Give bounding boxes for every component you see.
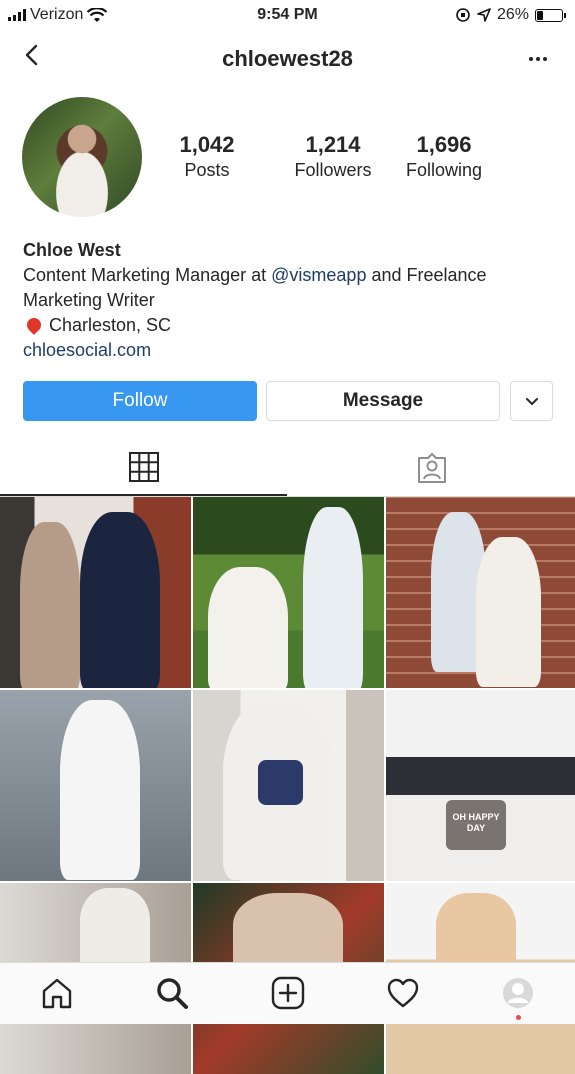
posts-label: Posts bbox=[184, 160, 230, 180]
activity-tab[interactable] bbox=[385, 975, 421, 1011]
location-arrow-icon bbox=[477, 8, 491, 22]
chevron-down-icon bbox=[525, 398, 538, 406]
followers-label: Followers bbox=[294, 160, 372, 180]
battery-icon bbox=[535, 8, 566, 22]
bio-text: Content Marketing Manager at @vismeapp a… bbox=[23, 263, 553, 313]
tab-grid[interactable] bbox=[0, 440, 287, 496]
search-icon bbox=[157, 978, 188, 1009]
followers-count: 1,214 bbox=[305, 132, 361, 157]
profile-name: Chloe West bbox=[23, 240, 121, 260]
orientation-lock-icon bbox=[456, 8, 470, 22]
home-tab[interactable] bbox=[39, 975, 75, 1011]
profile-tabs bbox=[0, 440, 575, 497]
status-bar: Verizon 9:54 PM 26% bbox=[0, 0, 575, 30]
tagged-user-icon bbox=[417, 453, 446, 483]
tab-tagged[interactable] bbox=[288, 440, 575, 496]
following-count: 1,696 bbox=[416, 132, 472, 157]
post-thumbnail[interactable] bbox=[0, 690, 191, 881]
follow-button[interactable]: Follow bbox=[23, 381, 257, 421]
post-thumbnail[interactable] bbox=[193, 690, 384, 881]
more-dots-icon bbox=[529, 57, 533, 61]
posts-stat[interactable]: 1,042 Posts bbox=[147, 132, 267, 182]
posts-count: 1,042 bbox=[179, 132, 235, 157]
profile-bio: Chloe West Content Marketing Manager at … bbox=[23, 238, 553, 363]
profile-tab[interactable] bbox=[500, 975, 536, 1011]
message-button[interactable]: Message bbox=[266, 381, 500, 421]
post-thumbnail[interactable] bbox=[193, 497, 384, 688]
bio-mention-link[interactable]: @vismeapp bbox=[271, 265, 366, 285]
activity-heart-icon bbox=[387, 978, 419, 1008]
post-thumbnail[interactable] bbox=[0, 497, 191, 688]
profile-avatar-icon bbox=[503, 978, 533, 1008]
post-thumbnail[interactable] bbox=[386, 497, 575, 688]
bio-prefix: Content Marketing Manager at bbox=[23, 265, 272, 285]
search-tab[interactable] bbox=[154, 975, 190, 1011]
followers-stat[interactable]: 1,214 Followers bbox=[273, 132, 393, 182]
bottom-tab-bar bbox=[0, 962, 575, 1024]
location-pin-icon bbox=[24, 315, 44, 335]
bio-location: Charleston, SC bbox=[23, 313, 553, 338]
following-label: Following bbox=[405, 160, 483, 180]
profile-avatar[interactable] bbox=[22, 97, 142, 217]
add-post-icon bbox=[271, 976, 305, 1010]
following-stat[interactable]: 1,696 Following bbox=[384, 132, 504, 182]
grid-icon bbox=[128, 452, 159, 482]
profile-header: chloewest28 bbox=[0, 34, 575, 82]
status-right: 26% bbox=[455, 6, 566, 24]
suggested-dropdown-button[interactable] bbox=[510, 381, 553, 421]
new-post-tab[interactable] bbox=[270, 975, 306, 1011]
battery-percent: 26% bbox=[496, 6, 529, 23]
pillow-text: OH HAPPY DAY bbox=[446, 800, 506, 850]
more-options-button[interactable] bbox=[523, 44, 553, 74]
location-text: Charleston, SC bbox=[49, 315, 172, 335]
website-link[interactable]: chloesocial.com bbox=[23, 338, 553, 363]
notification-dot bbox=[516, 1015, 521, 1020]
home-icon bbox=[42, 978, 72, 1009]
profile-username: chloewest28 bbox=[222, 46, 353, 71]
post-thumbnail[interactable]: OH HAPPY DAY bbox=[386, 690, 575, 881]
